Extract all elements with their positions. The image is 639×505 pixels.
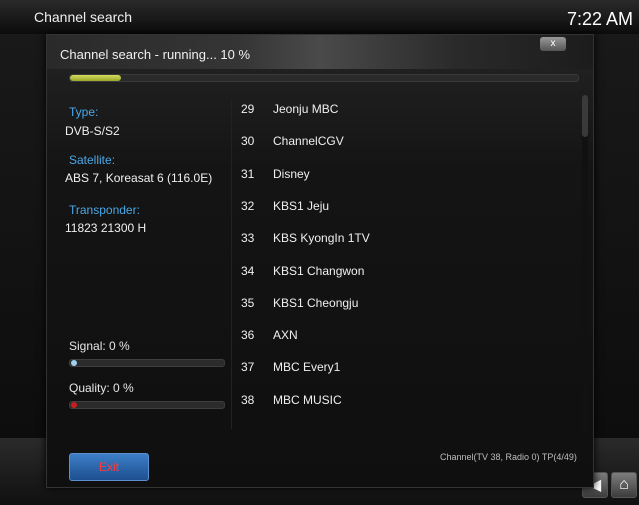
channel-row: 36 AXN <box>241 328 571 348</box>
channel-row: 30 ChannelCGV <box>241 134 571 154</box>
channel-name: KBS1 Jeju <box>273 198 330 213</box>
channel-number: 35 <box>241 295 255 310</box>
channel-number: 31 <box>241 166 255 181</box>
channel-number: 33 <box>241 231 255 246</box>
channel-row: 33 KBS KyongIn 1TV <box>241 231 571 251</box>
channel-number: 36 <box>241 328 255 343</box>
channel-name: Jeonju MBC <box>273 102 339 116</box>
screen-title: Channel search <box>34 9 133 25</box>
channel-name: Disney <box>273 166 310 181</box>
search-progress-bar <box>69 74 579 82</box>
quality-level-indicator <box>71 402 77 408</box>
transponder-value: 11823 21300 H <box>65 221 147 235</box>
type-value: DVB-S/S2 <box>65 124 120 138</box>
clock: 7:22 AM <box>566 9 633 29</box>
home-icon: ⌂ <box>619 476 629 493</box>
channel-list-scrollbar[interactable] <box>582 95 588 435</box>
channel-number: 32 <box>241 198 255 213</box>
channel-name: KBS1 Cheongju <box>273 295 359 310</box>
channel-number: 34 <box>241 263 255 278</box>
channel-row: 34 KBS1 Changwon <box>241 264 571 284</box>
satellite-value: ABS 7, Koreasat 6 (116.0E) <box>65 171 213 185</box>
top-bar: Channel search 7:22 AM <box>0 0 639 34</box>
satellite-label: Satellite: <box>69 153 116 167</box>
channel-row: 37 MBC Every1 <box>241 360 571 380</box>
scrollbar-thumb[interactable] <box>582 95 588 137</box>
quality-meter <box>69 401 225 409</box>
transponder-label: Transponder: <box>69 203 140 217</box>
search-status: Channel(TV 38, Radio 0) TP(4/49) <box>440 452 577 462</box>
channel-row: 32 KBS1 Jeju <box>241 199 571 219</box>
channel-name: AXN <box>273 328 298 343</box>
channel-name: ChannelCGV <box>273 134 344 149</box>
channel-number: 29 <box>241 102 255 116</box>
signal-level-indicator <box>71 360 77 366</box>
channel-name: KBS KyongIn 1TV <box>273 231 370 246</box>
channel-search-dialog: Channel search - running... 10 % x Type:… <box>46 34 594 488</box>
quality-label: Quality: 0 % <box>69 381 134 395</box>
channel-row: 31 Disney <box>241 167 571 187</box>
channel-row: 29 Jeonju MBC <box>241 102 571 122</box>
exit-label: Exit <box>98 460 119 474</box>
dialog-header: Channel search - running... 10 % x <box>47 35 593 69</box>
channel-number: 30 <box>241 134 255 149</box>
search-progress-fill <box>70 75 121 81</box>
close-button[interactable]: x <box>540 37 566 51</box>
channel-name: MBC MUSIC <box>273 392 342 407</box>
panel-divider <box>231 99 232 429</box>
channel-row: 35 KBS1 Cheongju <box>241 296 571 316</box>
close-icon: x <box>550 38 556 49</box>
channel-number: 38 <box>241 392 255 407</box>
signal-meter <box>69 359 225 367</box>
channel-name: MBC Every1 <box>273 360 341 375</box>
channel-number: 37 <box>241 360 255 375</box>
exit-button[interactable]: Exit <box>69 453 149 481</box>
channel-row: 38 MBC MUSIC <box>241 393 571 413</box>
signal-label: Signal: 0 % <box>69 339 130 353</box>
type-label: Type: <box>69 105 99 119</box>
dialog-title: Channel search - running... 10 % <box>60 47 251 62</box>
home-button[interactable]: ⌂ <box>611 472 637 498</box>
channel-name: KBS1 Changwon <box>273 263 365 278</box>
